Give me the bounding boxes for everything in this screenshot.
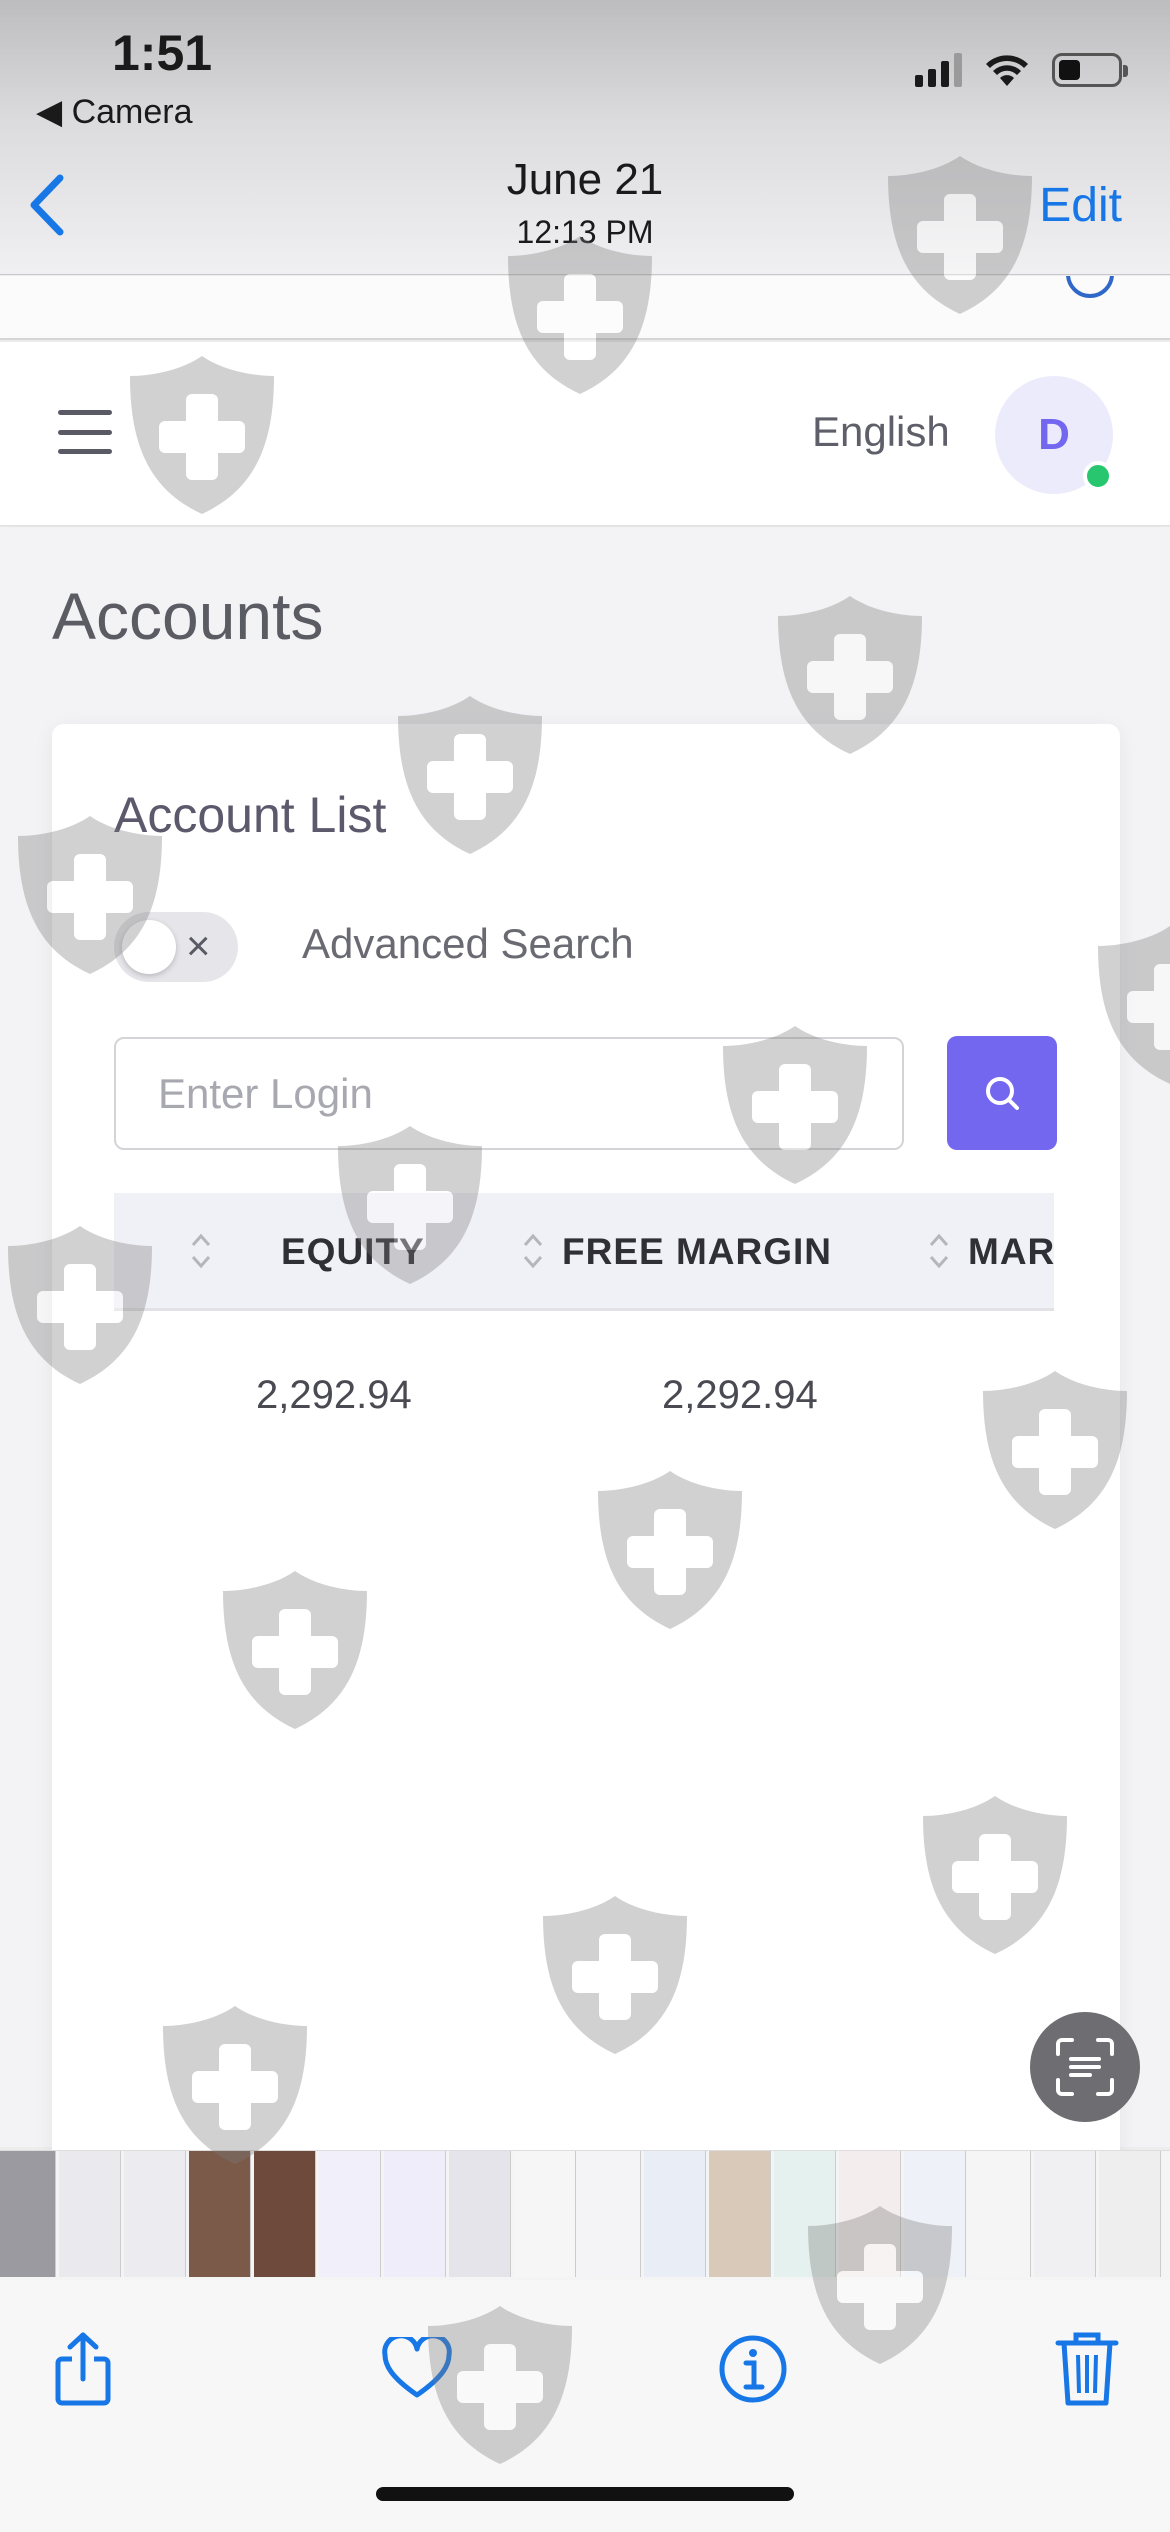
cell-equity: 2,292.94 (256, 1373, 412, 1417)
close-icon: × (186, 922, 211, 969)
battery-icon (1052, 53, 1128, 87)
photo-thumbnail[interactable] (1034, 2151, 1096, 2277)
photo-thumbnail[interactable] (709, 2151, 771, 2277)
heart-icon (382, 2337, 452, 2398)
cropped-previous-header (0, 276, 1170, 340)
wifi-icon (986, 55, 1028, 86)
photo-time: 12:13 PM (516, 214, 654, 250)
cell-free-margin: 2,292.94 (662, 1373, 818, 1417)
card-title: Account List (114, 787, 387, 843)
accounts-table: EQUITY FREE MARGIN MAR 2,292.94 2,292.94 (114, 1193, 1054, 1593)
photo-thumbnail-strip[interactable] (0, 2150, 1170, 2280)
photo-thumbnail[interactable] (449, 2151, 511, 2277)
photo-thumbnail[interactable] (384, 2151, 446, 2277)
column-header-margin[interactable]: MAR (968, 1231, 1054, 1273)
hamburger-menu-icon[interactable] (58, 410, 112, 454)
online-status-dot (1083, 461, 1113, 491)
info-icon (719, 2335, 787, 2403)
photo-thumbnail[interactable] (514, 2151, 576, 2277)
favorite-button[interactable] (372, 2324, 462, 2414)
sort-icon[interactable] (926, 1227, 952, 1275)
search-icon (986, 1077, 1019, 1110)
screen: 1:51 ◀ Camera June 21 12:13 PM Edit Engl… (0, 0, 1170, 2532)
photo-thumbnail[interactable] (579, 2151, 641, 2277)
delete-button[interactable] (1042, 2324, 1132, 2414)
photo-thumbnail[interactable] (1099, 2151, 1161, 2277)
photo-date: June 21 (506, 155, 664, 204)
photo-thumbnail[interactable] (839, 2151, 901, 2277)
sort-icon[interactable] (188, 1227, 214, 1275)
status-time: 1:51 (112, 25, 213, 81)
advanced-search-label: Advanced Search (302, 920, 634, 967)
photo-thumbnail[interactable] (774, 2151, 836, 2277)
language-selector[interactable]: English (812, 408, 950, 456)
column-header-free-margin[interactable]: FREE MARGIN (562, 1231, 832, 1273)
photos-header: 1:51 ◀ Camera June 21 12:13 PM Edit (0, 0, 1170, 275)
back-to-app-link[interactable]: ◀ Camera (36, 92, 193, 132)
photo-thumbnail[interactable] (59, 2151, 121, 2277)
photo-thumbnail[interactable] (189, 2151, 251, 2277)
advanced-search-toggle[interactable]: × (114, 912, 238, 982)
photo-thumbnail[interactable] (644, 2151, 706, 2277)
home-indicator[interactable] (376, 2487, 794, 2501)
status-icons (915, 52, 1128, 88)
page-title: Accounts (52, 579, 324, 653)
trash-icon (1055, 2332, 1119, 2406)
photo-thumbnail[interactable] (969, 2151, 1031, 2277)
text-scan-icon (1056, 2038, 1114, 2096)
edit-button[interactable]: Edit (1039, 178, 1122, 233)
info-button[interactable] (708, 2324, 798, 2414)
search-button[interactable] (947, 1036, 1057, 1150)
toggle-knob (122, 920, 176, 974)
table-header: EQUITY FREE MARGIN MAR (114, 1193, 1054, 1311)
photo-thumbnail[interactable] (904, 2151, 966, 2277)
signal-icon (915, 53, 962, 87)
sort-icon[interactable] (520, 1227, 546, 1275)
site-header: English D (0, 342, 1170, 526)
photo-thumbnail[interactable] (319, 2151, 381, 2277)
share-icon (55, 2332, 111, 2406)
column-header-equity[interactable]: EQUITY (281, 1231, 425, 1273)
cropped-icon (1066, 276, 1114, 298)
login-search-input[interactable] (114, 1037, 904, 1150)
photo-thumbnail[interactable] (254, 2151, 316, 2277)
live-text-scan-button[interactable] (1030, 2012, 1140, 2122)
photo-thumbnail[interactable] (0, 2151, 56, 2277)
photo-thumbnail[interactable] (124, 2151, 186, 2277)
share-button[interactable] (38, 2324, 128, 2414)
